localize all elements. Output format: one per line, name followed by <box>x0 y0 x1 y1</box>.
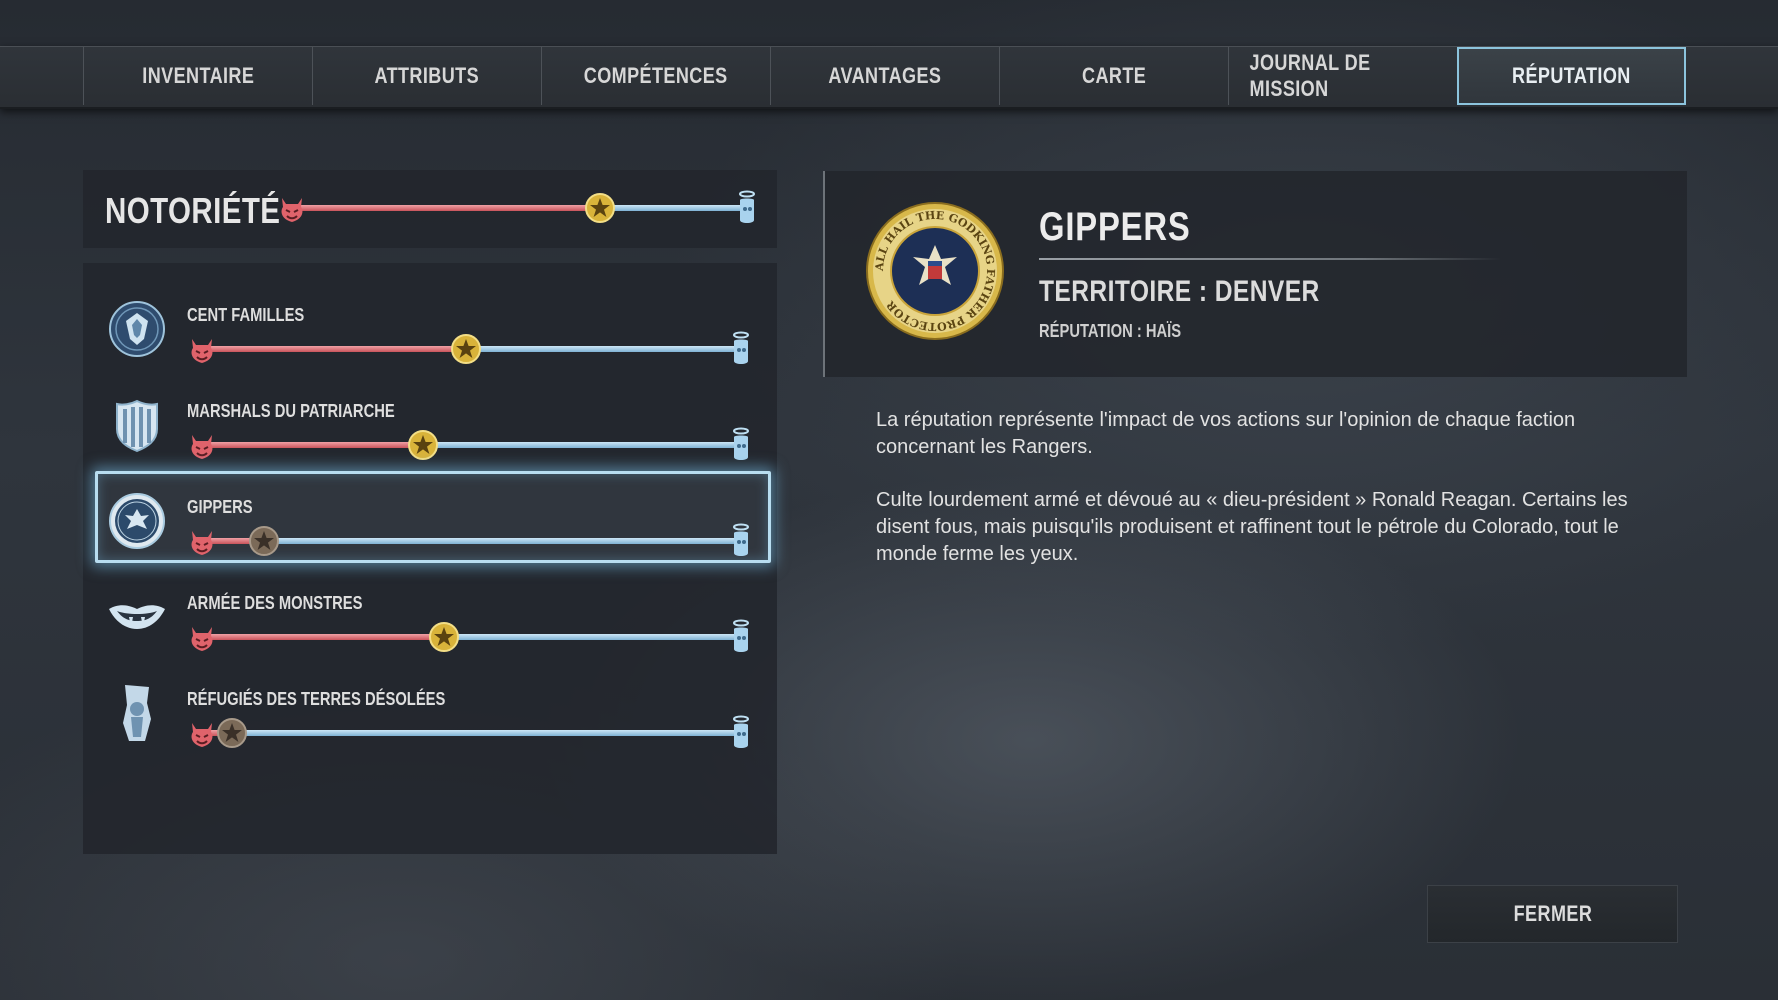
cent-familles-emblem-icon <box>109 301 165 357</box>
hostile-devil-icon <box>191 531 213 555</box>
tab-competences[interactable]: COMPÉTENCES <box>541 47 770 105</box>
refugees-emblem-icon <box>123 685 151 741</box>
tab-journal-de-mission[interactable]: JOURNAL DE MISSION <box>1228 47 1457 105</box>
faction-row-armee-des-monstres[interactable]: ARMÉE DES MONSTRES <box>83 565 777 661</box>
gold-star-marker-icon <box>584 193 615 223</box>
hostile-bar-segment <box>295 205 600 211</box>
faction-name: CENT FAMILLES <box>187 305 305 325</box>
faction-name: ARMÉE DES MONSTRES <box>187 593 363 613</box>
monster-lips-icon <box>109 605 165 629</box>
detail-reputation-status: RÉPUTATION : HAÏS <box>1039 321 1182 341</box>
friendly-angel-icon <box>733 427 749 460</box>
friendly-angel-icon <box>739 190 755 223</box>
faction-row-cent-familles[interactable]: CENT FAMILLES <box>83 277 777 373</box>
detail-faction-title: GIPPERS <box>1039 205 1191 249</box>
tab-label: JOURNAL DE MISSION <box>1249 50 1371 101</box>
close-button[interactable]: FERMER <box>1427 885 1678 943</box>
friendly-angel-icon <box>733 523 749 556</box>
title-divider <box>1039 258 1501 260</box>
notoriety-panel: NOTORIÉTÉ <box>83 170 777 248</box>
notoriety-title: NOTORIÉTÉ <box>105 190 281 231</box>
detail-territory: TERRITOIRE : DENVER <box>1039 275 1320 308</box>
tab-carte[interactable]: CARTE <box>999 47 1228 105</box>
close-button-label: FERMER <box>1513 901 1592 926</box>
friendly-bar-segment <box>231 730 737 736</box>
faction-name: RÉFUGIÉS DES TERRES DÉSOLÉES <box>187 689 446 709</box>
tab-label: COMPÉTENCES <box>584 63 728 88</box>
faction-reputation-slider <box>187 329 751 369</box>
hostile-bar-segment <box>205 442 424 448</box>
hostile-bar-segment <box>205 346 466 352</box>
faction-list: CENT FAMILLES MARSHALS DU PATRIARCHE GIP… <box>83 263 777 854</box>
description-paragraph: Culte lourdement armé et dévoué au « die… <box>876 489 1628 565</box>
tab-label: INVENTAIRE <box>141 63 255 88</box>
tab-attributs[interactable]: ATTRIBUTS <box>312 47 541 105</box>
tab-reputation[interactable]: RÉPUTATION <box>1457 47 1686 105</box>
faction-row-gippers[interactable]: GIPPERS <box>83 469 777 565</box>
friendly-bar-segment <box>444 634 737 640</box>
faction-reputation-slider <box>187 521 751 561</box>
hostile-bar-segment <box>205 634 445 640</box>
friendly-angel-icon <box>733 619 749 652</box>
faction-reputation-slider <box>187 713 751 753</box>
tab-inventaire[interactable]: INVENTAIRE <box>83 47 312 105</box>
notoriety-reputation-slider <box>277 188 757 228</box>
gippers-presidential-seal-icon: ALL HAIL THE GODKING FATHER PROTECTOR <box>866 202 1004 340</box>
faction-reputation-slider <box>187 425 751 465</box>
tab-label: ATTRIBUTS <box>374 63 480 88</box>
bronze-star-marker-icon <box>248 526 279 556</box>
description-paragraph: La réputation représente l'impact de vos… <box>876 409 1576 458</box>
hostile-devil-icon <box>191 627 213 651</box>
tab-label: RÉPUTATION <box>1512 63 1631 88</box>
gold-star-marker-icon <box>429 622 460 652</box>
faction-reputation-slider <box>187 617 751 657</box>
faction-row-refugies-des-terres-desolees[interactable]: RÉFUGIÉS DES TERRES DÉSOLÉES <box>83 661 777 757</box>
gold-star-marker-icon <box>408 430 439 460</box>
hostile-devil-icon <box>191 435 213 459</box>
gold-star-marker-icon <box>450 334 481 364</box>
bronze-star-marker-icon <box>216 718 247 748</box>
hostile-devil-icon <box>191 723 213 747</box>
tab-avantages[interactable]: AVANTAGES <box>770 47 999 105</box>
friendly-angel-icon <box>733 715 749 748</box>
faction-row-marshals-du-patriarche[interactable]: MARSHALS DU PATRIARCHE <box>83 373 777 469</box>
hostile-devil-icon <box>191 339 213 363</box>
friendly-angel-icon <box>733 331 749 364</box>
faction-name: MARSHALS DU PATRIARCHE <box>187 401 395 421</box>
hostile-devil-icon <box>281 198 303 222</box>
marshals-badge-icon <box>116 399 158 453</box>
faction-detail-panel: ALL HAIL THE GODKING FATHER PROTECTOR GI… <box>823 171 1687 377</box>
tab-label: AVANTAGES <box>828 63 942 88</box>
friendly-bar-segment <box>599 205 743 211</box>
tab-list: INVENTAIRE ATTRIBUTS COMPÉTENCES AVANTAG… <box>83 47 1686 107</box>
top-navigation-bar: INVENTAIRE ATTRIBUTS COMPÉTENCES AVANTAG… <box>0 46 1778 109</box>
friendly-bar-segment <box>263 538 737 544</box>
faction-description: La réputation représente l'impact de vos… <box>876 407 1636 594</box>
friendly-bar-segment <box>423 442 737 448</box>
friendly-bar-segment <box>465 346 737 352</box>
tab-label: CARTE <box>1081 63 1147 88</box>
faction-name: GIPPERS <box>187 497 253 517</box>
gippers-seal-icon <box>109 493 165 549</box>
